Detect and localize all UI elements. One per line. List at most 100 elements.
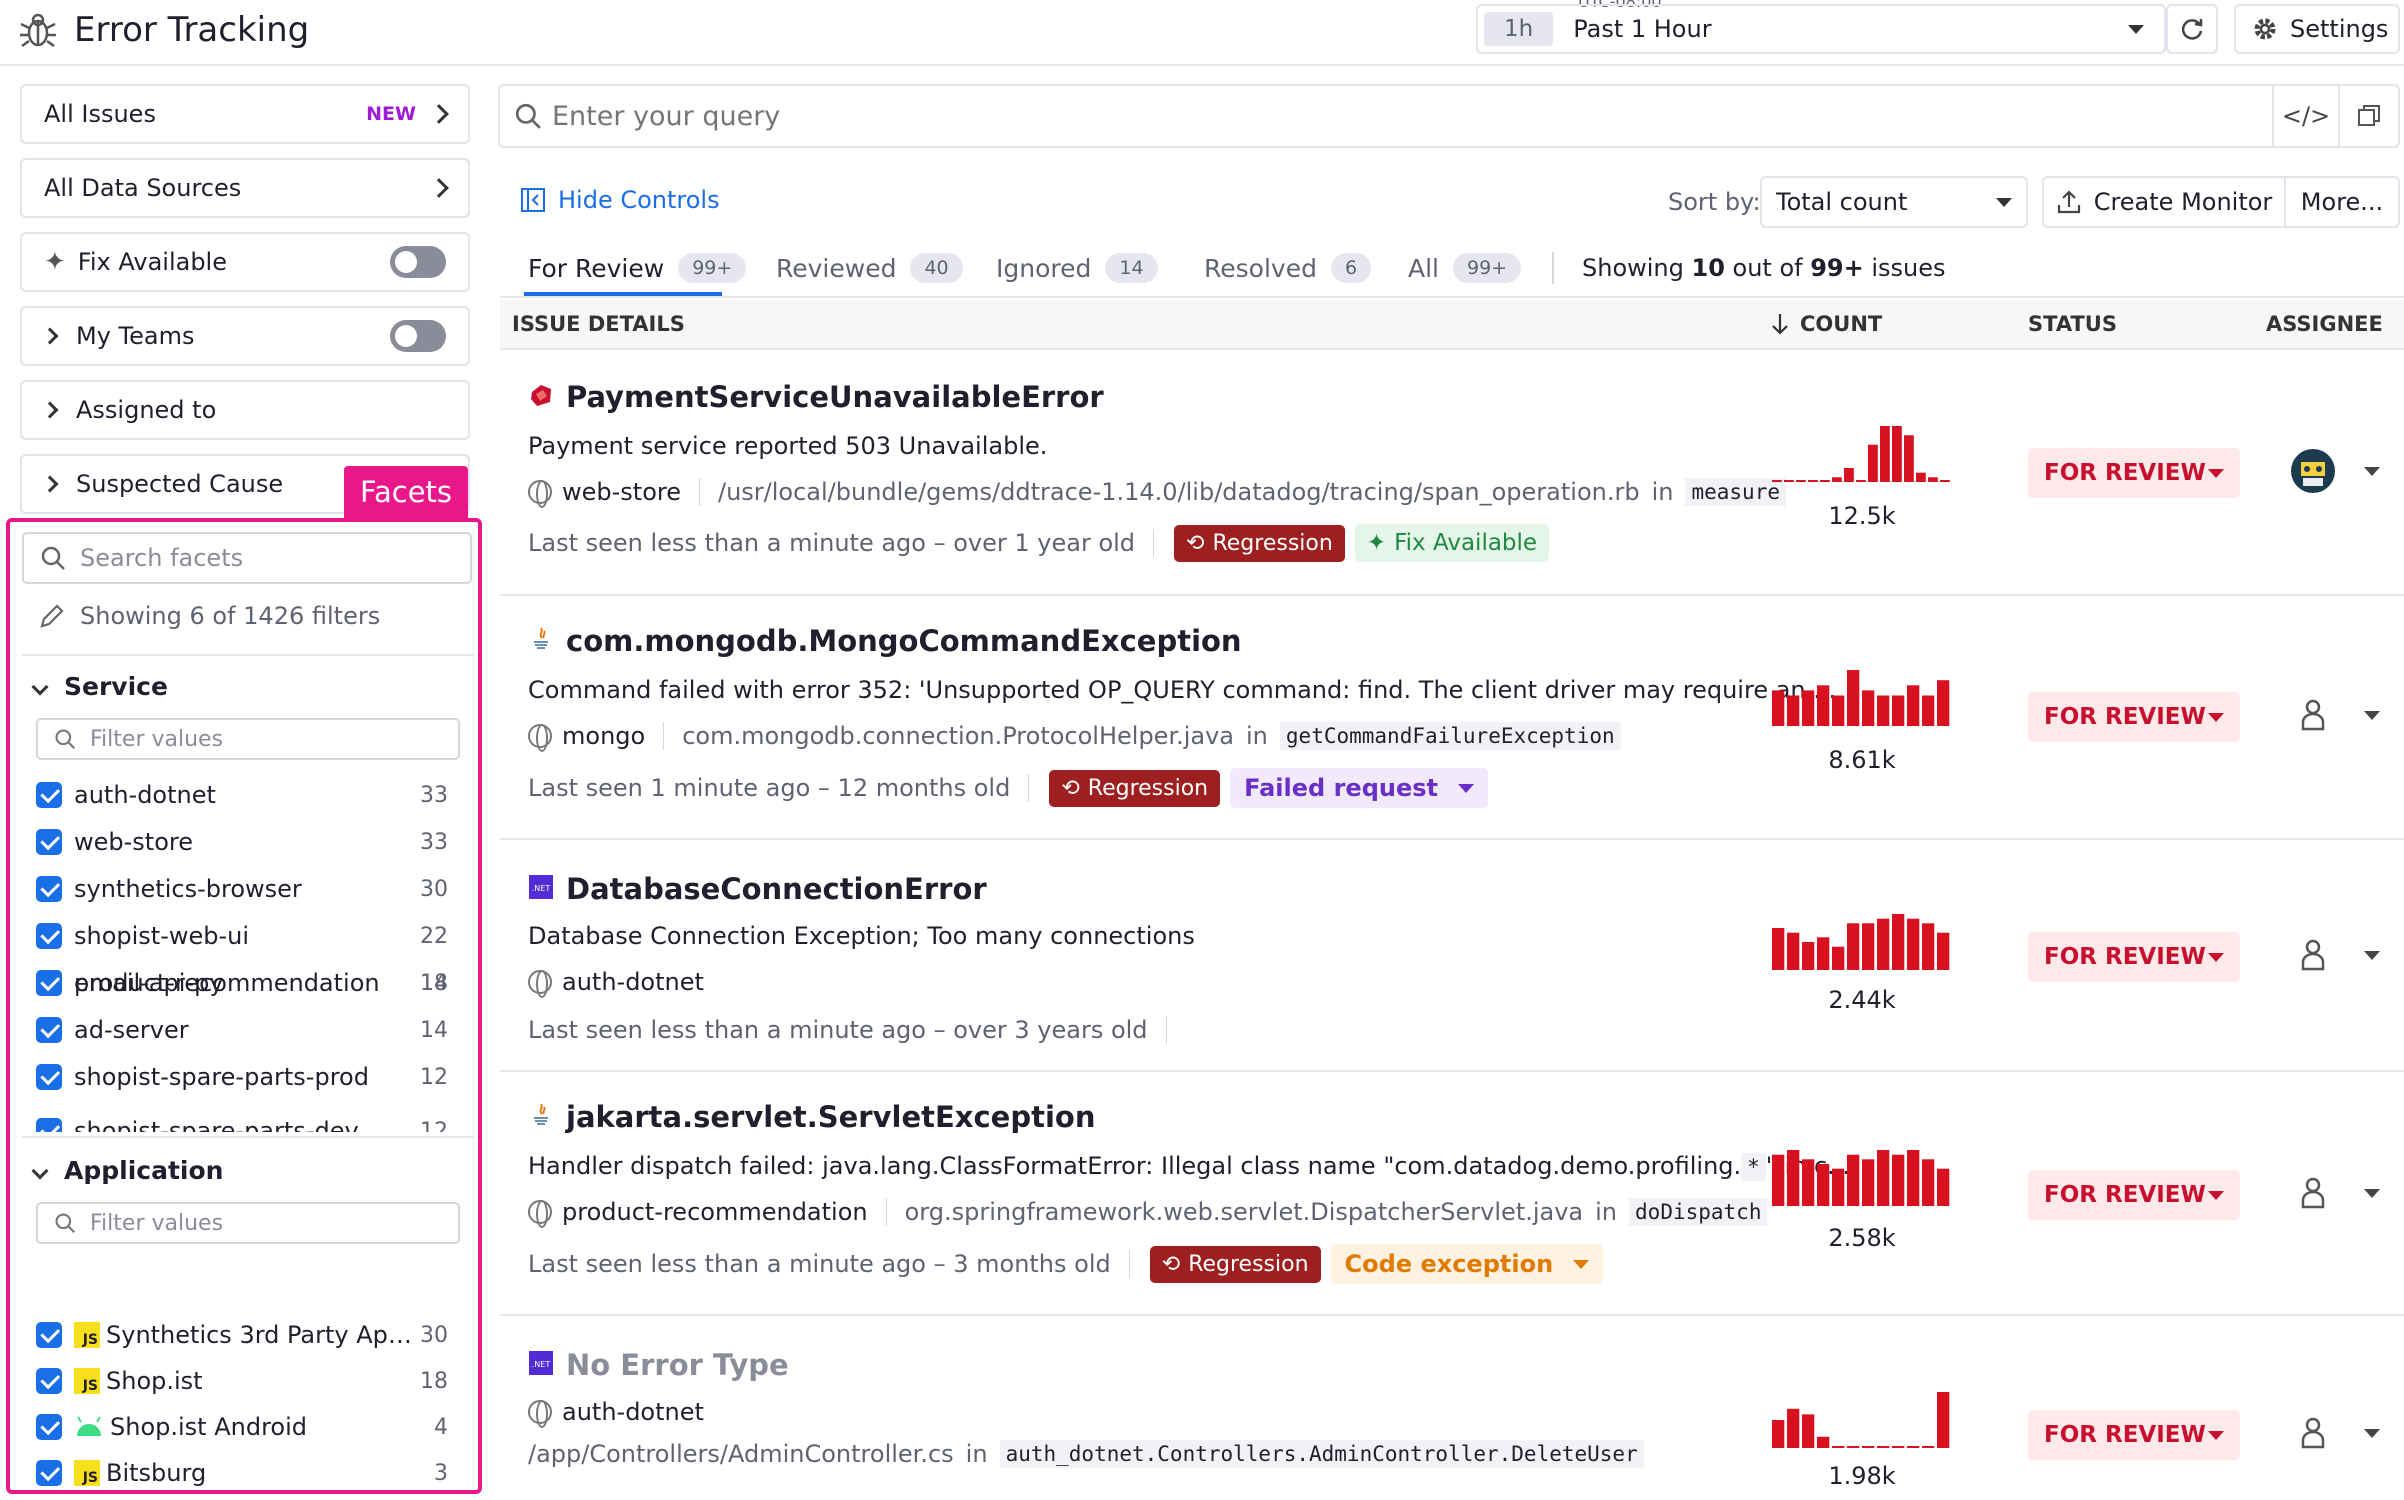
issue-title[interactable]: DatabaseConnectionError: [566, 872, 987, 906]
facet-value-row[interactable]: shopist-spare-parts-prod 12: [36, 1054, 448, 1100]
assignee-selector[interactable]: [2290, 1170, 2380, 1216]
fix-available-badge[interactable]: ✦ Fix Available: [1354, 524, 1550, 562]
assignee-selector[interactable]: [2290, 932, 2380, 978]
facet-value-row[interactable]: shopist-spare-parts-dev 12: [36, 1108, 448, 1132]
status-dropdown[interactable]: FOR REVIEW: [2028, 932, 2240, 982]
assignee-selector[interactable]: [2290, 692, 2380, 738]
facet-value-row[interactable]: synthetics-browser 30: [36, 866, 448, 912]
tab-reviewed[interactable]: Reviewed 40: [776, 250, 963, 286]
service-name[interactable]: mongo: [562, 722, 645, 750]
all-issues-selector[interactable]: All Issues NEW: [20, 84, 470, 144]
query-input[interactable]: [552, 92, 2262, 140]
sparkline-bar: [1892, 1446, 1905, 1448]
category-dropdown[interactable]: Code exception: [1330, 1244, 1604, 1284]
issue-row[interactable]: jakarta.servlet.ServletException Handler…: [500, 1072, 2404, 1316]
column-count[interactable]: COUNT: [1770, 312, 1882, 336]
assignee-selector[interactable]: [2290, 1410, 2380, 1456]
checkbox[interactable]: [36, 1368, 62, 1394]
tab-resolved[interactable]: Resolved 6: [1204, 250, 1372, 286]
settings-button[interactable]: Settings: [2234, 4, 2400, 54]
category-dropdown[interactable]: Failed request: [1230, 768, 1488, 808]
status-dropdown[interactable]: FOR REVIEW: [2028, 1410, 2240, 1460]
count-sparkline: [1772, 670, 1950, 726]
fix-available-toggle[interactable]: [390, 246, 446, 278]
assignee-selector[interactable]: [2290, 448, 2380, 494]
checkbox[interactable]: [36, 1460, 62, 1486]
sparkline-bar: [1787, 1150, 1800, 1206]
status-dropdown[interactable]: FOR REVIEW: [2028, 692, 2240, 742]
sparkline-bar: [1772, 690, 1785, 726]
checkbox[interactable]: [36, 1414, 62, 1440]
tab-ignored[interactable]: Ignored 14: [996, 250, 1158, 286]
issue-count: 2.58k: [1828, 1224, 1896, 1252]
count-sparkline: [1772, 914, 1950, 970]
service-name[interactable]: product-recommendation: [562, 1198, 868, 1226]
service-name[interactable]: auth-dotnet: [562, 1398, 704, 1426]
hide-controls-button[interactable]: Hide Controls: [520, 186, 720, 214]
checkbox[interactable]: [36, 829, 62, 855]
issue-title[interactable]: PaymentServiceUnavailableError: [566, 380, 1104, 414]
checkbox[interactable]: [36, 1118, 62, 1132]
facet-value-row[interactable]: product-recommendation 14: [36, 960, 448, 1006]
checkbox[interactable]: [36, 876, 62, 902]
chevron-down-icon: [31, 1162, 49, 1179]
code-view-button[interactable]: </>: [2272, 86, 2338, 146]
service-facet-header[interactable]: Service: [31, 672, 168, 701]
facet-value-row[interactable]: ad-server 14: [36, 1007, 448, 1053]
code-icon: </>: [2281, 102, 2331, 130]
count-sparkline: [1772, 426, 1950, 482]
sort-value: Total count: [1776, 188, 1908, 216]
checkbox[interactable]: [36, 970, 62, 996]
issue-row[interactable]: PaymentServiceUnavailableError Payment s…: [500, 352, 2404, 596]
service-filter-input[interactable]: Filter values: [36, 718, 460, 760]
application-filter-input[interactable]: Filter values: [36, 1202, 460, 1244]
search-facets-input[interactable]: Search facets: [22, 532, 472, 584]
regression-icon: ⟲: [1061, 775, 1080, 801]
facet-value-row[interactable]: web-store 33: [36, 819, 448, 865]
sparkline-bar: [1832, 695, 1845, 726]
service-name[interactable]: web-store: [562, 478, 681, 506]
issue-row[interactable]: .NET DatabaseConnectionError Database Co…: [500, 840, 2404, 1072]
service-name[interactable]: auth-dotnet: [562, 968, 704, 996]
facet-value-row[interactable]: JS Synthetics 3rd Party Appl... 30: [36, 1312, 448, 1358]
issue-row[interactable]: com.mongodb.MongoCommandException Comman…: [500, 596, 2404, 840]
status-dropdown[interactable]: FOR REVIEW: [2028, 448, 2240, 498]
my-teams-filter[interactable]: My Teams: [20, 306, 470, 366]
issue-title[interactable]: com.mongodb.MongoCommandException: [566, 624, 1242, 658]
checkbox[interactable]: [36, 782, 62, 808]
application-facet-header[interactable]: Application: [31, 1156, 223, 1185]
fix-available-filter: ✦ Fix Available: [20, 232, 470, 292]
checkbox[interactable]: [36, 1017, 62, 1043]
my-teams-label: My Teams: [76, 322, 195, 350]
svg-text:.NET: .NET: [532, 1360, 551, 1369]
facet-value-row[interactable]: JS Bitsburg 3: [36, 1450, 448, 1490]
tab-for-review[interactable]: For Review 99+: [528, 250, 747, 286]
create-monitor-button[interactable]: Create Monitor: [2042, 176, 2286, 228]
more-button[interactable]: More...: [2284, 176, 2400, 228]
refresh-button[interactable]: [2166, 4, 2218, 54]
issue-row[interactable]: .NET No Error Type auth-dotnet /app/Cont…: [500, 1316, 2404, 1500]
search-icon: [55, 729, 76, 750]
new-badge: NEW: [366, 103, 416, 125]
sort-select[interactable]: Total count: [1760, 176, 2028, 228]
facet-value-row[interactable]: Shop.ist Android 4: [36, 1404, 448, 1450]
issue-title[interactable]: No Error Type: [566, 1348, 789, 1382]
checkbox[interactable]: [36, 1322, 62, 1348]
facet-value-row[interactable]: shopist-web-ui 22: [36, 913, 448, 959]
checkbox[interactable]: [36, 1064, 62, 1090]
status-dropdown[interactable]: FOR REVIEW: [2028, 1170, 2240, 1220]
tab-all[interactable]: All 99+: [1408, 250, 1522, 286]
globe-icon: [528, 724, 552, 752]
search-icon: [515, 103, 541, 129]
facet-value-row[interactable]: auth-dotnet 33: [36, 772, 448, 818]
checkbox[interactable]: [36, 923, 62, 949]
issue-location: mongo com.mongodb.connection.ProtocolHel…: [528, 722, 1621, 752]
issue-title[interactable]: jakarta.servlet.ServletException: [566, 1100, 1095, 1134]
copy-button[interactable]: [2338, 86, 2398, 146]
caret-down-icon: [2128, 24, 2144, 34]
time-range-picker[interactable]: 1h Past 1 Hour: [1476, 4, 2166, 54]
my-teams-toggle[interactable]: [390, 320, 446, 352]
facet-value-row[interactable]: JS Shop.ist 18: [36, 1358, 448, 1404]
all-data-sources-selector[interactable]: All Data Sources: [20, 158, 470, 218]
assigned-to-filter[interactable]: Assigned to: [20, 380, 470, 440]
